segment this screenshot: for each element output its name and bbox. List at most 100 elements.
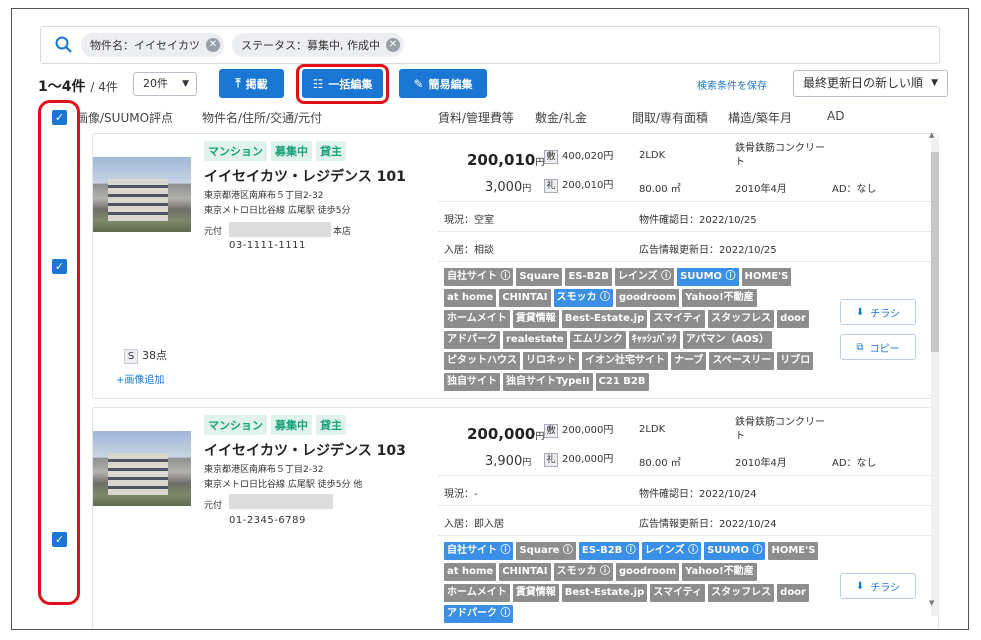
info-icon[interactable]: ⓘ bbox=[497, 545, 510, 556]
search-bar[interactable]: 物件名：イイセイカツ ✕ ステータス：募集中, 作成中 ✕ bbox=[40, 26, 940, 64]
save-search-link[interactable]: 検索条件を保存 bbox=[697, 77, 767, 92]
portal-tag[interactable]: Yahoo!不動産 bbox=[682, 563, 757, 581]
portal-tag[interactable]: アパマン（AOS） bbox=[682, 331, 772, 349]
upload-icon: ⤒ bbox=[235, 76, 241, 90]
scroll-down-icon[interactable]: ▼ bbox=[929, 599, 934, 607]
redacted-company bbox=[229, 494, 333, 509]
info-icon[interactable]: ⓘ bbox=[622, 545, 636, 556]
ad-value: AD：なし bbox=[832, 184, 877, 195]
portal-tag[interactable]: SUUMO ⓘ bbox=[677, 268, 739, 286]
portal-tag[interactable]: Best-Estate.jp bbox=[561, 310, 648, 328]
filter-chip-name[interactable]: 物件名：イイセイカツ ✕ bbox=[81, 33, 224, 57]
portal-tag[interactable]: Yahoo!不動産 bbox=[682, 289, 757, 307]
col-deposit: 敷金/礼金 bbox=[535, 111, 588, 125]
portal-tag[interactable]: CHINTAI bbox=[499, 289, 551, 307]
property-address: 東京都港区南麻布５丁目2-32 bbox=[204, 465, 324, 475]
portal-tag[interactable]: リロネット bbox=[523, 352, 579, 370]
portal-tag[interactable]: C21 B2B bbox=[595, 373, 649, 391]
info-icon[interactable]: ⓘ bbox=[685, 545, 698, 556]
portal-tag[interactable]: door bbox=[777, 310, 809, 328]
property-name[interactable]: イイセイカツ・レジデンス 103 bbox=[204, 440, 406, 460]
scroll-up-icon[interactable]: ▲ bbox=[929, 131, 934, 139]
confirm-date: 物件確認日：2022/10/25 bbox=[639, 215, 757, 226]
portal-tag[interactable]: スタッフレス bbox=[708, 310, 775, 328]
portal-tag[interactable]: ES-B2B bbox=[565, 268, 612, 286]
scrollbar-thumb[interactable] bbox=[931, 152, 939, 352]
layout: 2LDK bbox=[639, 424, 666, 435]
info-icon[interactable]: ⓘ bbox=[597, 292, 610, 303]
portal-tag[interactable]: ピタットハウス bbox=[444, 352, 520, 370]
portal-tag[interactable]: SUUMO ⓘ bbox=[704, 542, 766, 560]
portal-tag[interactable]: アドパーク bbox=[444, 331, 500, 349]
portal-tag[interactable]: 独自サイト bbox=[444, 373, 500, 391]
info-icon[interactable]: ⓘ bbox=[497, 608, 510, 619]
portal-tag[interactable]: ES-B2B ⓘ bbox=[578, 542, 639, 560]
portal-tag[interactable]: スマイティ bbox=[650, 310, 706, 328]
portal-tag[interactable]: エムリンク bbox=[569, 331, 626, 349]
info-icon[interactable]: ⓘ bbox=[559, 545, 573, 556]
sort-select[interactable]: 最終更新日の新しい順 ▼ bbox=[793, 70, 948, 97]
portal-tag[interactable]: realestate bbox=[503, 331, 567, 349]
portal-tag[interactable]: スモッカ ⓘ bbox=[553, 563, 613, 581]
per-page-select[interactable]: 20件 ▼ bbox=[133, 72, 197, 96]
result-count: 1〜4件 / 4件 bbox=[38, 79, 118, 95]
property-access: 東京メトロ日比谷線 広尾駅 徒歩5分 bbox=[204, 206, 351, 216]
portal-tag[interactable]: Square ⓘ bbox=[516, 542, 576, 560]
info-icon[interactable]: ⓘ bbox=[658, 271, 671, 282]
area: 80.00 ㎡ bbox=[639, 458, 681, 469]
portal-tag[interactable]: ｷｬｯｼｭﾊﾞｯｸ bbox=[628, 331, 680, 349]
publish-button[interactable]: ⤒ 掲載 bbox=[219, 69, 284, 98]
info-icon[interactable]: ⓘ bbox=[722, 271, 736, 282]
portal-tag[interactable]: HOME'S bbox=[741, 268, 792, 286]
portal-tag[interactable]: 賃貸情報 bbox=[512, 584, 559, 602]
property-photo[interactable] bbox=[93, 157, 191, 232]
portal-tag[interactable]: スモッカ ⓘ bbox=[553, 289, 613, 307]
portal-tag[interactable]: at home bbox=[444, 563, 497, 581]
portal-tag[interactable]: ホームメイト bbox=[444, 310, 510, 328]
portal-tag[interactable]: ナーブ bbox=[671, 352, 707, 370]
info-icon[interactable]: ⓘ bbox=[497, 271, 510, 282]
portal-tag[interactable]: CHINTAI bbox=[499, 563, 551, 581]
portal-tag[interactable]: 賃貸情報 bbox=[512, 310, 559, 328]
property-photo[interactable] bbox=[93, 431, 191, 506]
divider bbox=[438, 201, 932, 202]
portal-tag[interactable]: スマイティ bbox=[650, 584, 706, 602]
portal-tag[interactable]: アドパーク ⓘ bbox=[444, 605, 514, 623]
portal-tag[interactable]: at home bbox=[444, 289, 497, 307]
toolbar: 1〜4件 / 4件 20件 ▼ ⤒ 掲載 ☷ 一括編集 ✎ 簡易編集 検索条件を保存 最… bbox=[38, 64, 948, 104]
property-name[interactable]: イイセイカツ・レジデンス 101 bbox=[204, 166, 406, 186]
chip-close-icon[interactable]: ✕ bbox=[386, 38, 400, 52]
add-image-link[interactable]: +画像追加 bbox=[116, 371, 164, 386]
portal-tag[interactable]: イオン社宅サイト bbox=[582, 352, 668, 370]
flyer-button[interactable]: ⬇ チラシ bbox=[840, 299, 916, 325]
portal-tag[interactable]: goodroom bbox=[616, 563, 680, 581]
portal-tag[interactable]: リブロ bbox=[777, 352, 814, 370]
quick-edit-button[interactable]: ✎ 簡易編集 bbox=[399, 69, 487, 98]
redacted-company bbox=[229, 222, 331, 237]
portal-tag[interactable]: Best-Estate.jp bbox=[561, 584, 648, 602]
portal-tag[interactable]: goodroom bbox=[616, 289, 680, 307]
flyer-button[interactable]: ⬇ チラシ bbox=[840, 573, 916, 599]
search-icon[interactable] bbox=[55, 36, 73, 54]
portal-tag[interactable]: レインズ ⓘ bbox=[614, 268, 675, 286]
chip-close-icon[interactable]: ✕ bbox=[206, 38, 220, 52]
info-icon[interactable]: ⓘ bbox=[749, 545, 762, 556]
portal-tag[interactable]: ホームメイト bbox=[444, 584, 510, 602]
portal-tag[interactable]: 自社サイト ⓘ bbox=[444, 268, 514, 286]
filter-chip-status[interactable]: ステータス：募集中, 作成中 ✕ bbox=[232, 33, 404, 57]
phone-number: 03-1111-1111 bbox=[229, 240, 306, 251]
portal-tag[interactable]: 独自サイトTypeII bbox=[503, 373, 593, 391]
portal-tag[interactable]: スペースリー bbox=[709, 352, 775, 370]
col-property: 物件名/住所/交通/元付 bbox=[202, 111, 323, 125]
info-icon[interactable]: ⓘ bbox=[597, 566, 610, 577]
copy-button[interactable]: ⧉ コピー bbox=[840, 334, 916, 360]
portal-tag[interactable]: スタッフレス bbox=[708, 584, 775, 602]
portal-tag[interactable]: door bbox=[777, 584, 809, 602]
col-structure: 構造/築年月 bbox=[728, 111, 793, 125]
portal-tag[interactable]: Square bbox=[516, 268, 563, 286]
portal-tag[interactable]: 自社サイト ⓘ bbox=[444, 542, 514, 560]
portal-tag[interactable]: HOME'S bbox=[768, 542, 819, 560]
divider bbox=[438, 261, 932, 262]
property-access: 東京メトロ日比谷線 広尾駅 徒歩5分 他 bbox=[204, 480, 363, 490]
portal-tag[interactable]: レインズ ⓘ bbox=[641, 542, 702, 560]
